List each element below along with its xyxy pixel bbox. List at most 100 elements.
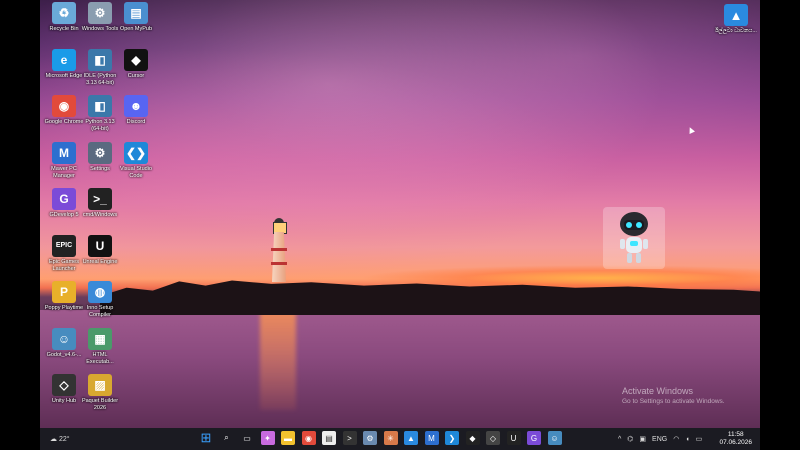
file-explorer-icon[interactable]: ▬ [281, 431, 295, 445]
weather-widget[interactable]: ☁ 22° [50, 428, 70, 450]
desktop-icon[interactable]: ◆ Cursor [116, 48, 156, 80]
wallpaper-water [40, 310, 760, 428]
task-view-icon[interactable]: ▭ [240, 431, 254, 445]
desktop-icon[interactable]: EPIC Epic Games Launcher [44, 234, 84, 273]
unreal-icon[interactable]: U [506, 431, 521, 445]
desktop-icon[interactable]: ◧ IDLE (Python 3.13 64-bit) [80, 48, 120, 87]
desktop-icon-label: Settings [90, 165, 110, 172]
system-tray: ^ ⌬ ▣ ENG ◠ ◖ ▭ [618, 428, 702, 450]
desktop-icon-label: ඊල්ලටා ධාවනය... [715, 28, 757, 34]
settings-icon[interactable]: ⚙ [363, 431, 377, 445]
claude-icon[interactable]: ✳ [383, 431, 398, 445]
tray-app-icon[interactable]: ⌬ [627, 435, 633, 443]
python-icon: ◧ [88, 95, 112, 117]
gdevelop-icon: G [52, 188, 76, 210]
desktop-icon[interactable]: G GDevelop 5 [44, 188, 84, 219]
discord-icon: ☻ [124, 95, 148, 117]
desktop-icon[interactable]: ♻ Recycle Bin [44, 2, 84, 33]
godot-icon[interactable]: ☺ [547, 431, 562, 445]
vscode-icon[interactable]: ❯ [445, 431, 459, 445]
desktop-icon-label: Google Chrome [44, 119, 84, 125]
clock[interactable]: 11:58 07.06.2026 [719, 431, 752, 447]
html-exe-icon: ▦ [88, 327, 112, 350]
activation-watermark: Activate Windows Go to Settings to activ… [622, 386, 725, 405]
desktop-icon-label: Visual Studio Code [119, 165, 152, 179]
weather-temp: 22° [59, 435, 70, 443]
desktop-icon[interactable]: ☻ Discord [116, 95, 156, 126]
gear-icon: ⚙ [88, 141, 112, 164]
desktop-icon[interactable]: e Microsoft Edge [44, 48, 84, 80]
tray-app-icon[interactable]: ▣ [639, 435, 646, 443]
python-icon: ◧ [88, 48, 112, 71]
desktop-icon-label: Poppy Playtime [44, 305, 84, 311]
desktop-icon-label: Inno Setup Compiler [86, 305, 114, 318]
pc-manager-icon[interactable]: M [424, 431, 439, 445]
desktop-icon[interactable]: ▤ Open MyPub [116, 2, 156, 33]
vscode-icon: ❮❯ [124, 141, 148, 164]
letterbox-left [0, 0, 40, 450]
search-icon[interactable]: ⌕ [220, 431, 234, 445]
unity-icon: ◇ [52, 374, 76, 396]
desktop-icon[interactable]: ▨ Paquet Builder 2026 [80, 374, 120, 412]
desktop-icon[interactable]: ☺ Godot_v4.6-... [44, 327, 84, 359]
language-indicator[interactable]: ENG [652, 436, 667, 443]
clock-time: 11:58 [727, 431, 744, 438]
desktop-icon-label: HTML Executab... [86, 351, 114, 365]
desktop-icon[interactable]: U Unreal Engine [80, 234, 120, 266]
cursor-app-icon[interactable]: ◆ [465, 431, 480, 445]
desktop-icon-label: Unreal Engine [82, 258, 118, 265]
paquet-icon: ▨ [88, 374, 112, 396]
photos-icon[interactable]: ▲ [404, 431, 418, 445]
unity-icon[interactable]: ◇ [486, 431, 500, 445]
desktop-icon[interactable]: M Mawer PC Manager [44, 141, 84, 180]
chrome-icon[interactable]: ◉ [301, 431, 316, 445]
desktop: ♻ Recycle Bin ⚙ Windows Tools ▤ Open MyPub e Mi… [40, 0, 760, 450]
volume-icon[interactable]: ◖ [685, 436, 689, 443]
wifi-icon[interactable]: ◠ [673, 435, 679, 443]
desktop-icon-label: Windows Tools [81, 26, 119, 32]
desktop-icon-label: Microsoft Edge [45, 72, 83, 79]
desktop-icon-label: Mawer PC Manager [51, 165, 77, 179]
desktop-icon-label: GDevelop 5 [49, 212, 79, 218]
tools-icon: ⚙ [88, 2, 112, 24]
desktop-icon-label: Unity Hub [51, 398, 77, 404]
desktop-icon-label: Paquet Builder 2026 [81, 398, 119, 411]
desktop-icon-label: Discord [126, 119, 146, 125]
notepad-icon[interactable]: ▤ [322, 431, 336, 445]
desktop-icon[interactable]: P Poppy Playtime [44, 281, 84, 312]
chrome-icon: ◉ [52, 95, 76, 117]
desktop-icon-label: Epic Games Launcher [49, 258, 79, 272]
chevron-up-icon[interactable]: ^ [618, 436, 621, 443]
desktop-icon[interactable]: >_ cmd/Windows [80, 188, 120, 219]
desktop-icon-label: Godot_v4.6-... [46, 351, 82, 358]
robot-widget[interactable] [603, 207, 665, 269]
terminal-icon[interactable]: > [342, 431, 357, 445]
desktop-icon-label: IDLE (Python 3.13 64-bit) [83, 72, 117, 86]
desktop-icon-label: Python 3.13 (64-bit) [85, 119, 115, 132]
desktop-icon[interactable]: ◇ Unity Hub [44, 374, 84, 405]
desktop-icon[interactable]: ◉ Google Chrome [44, 95, 84, 126]
godot-icon: ☺ [52, 327, 76, 350]
battery-icon[interactable]: ▭ [696, 435, 703, 443]
desktop-icon[interactable]: ⚙ Settings [80, 141, 120, 173]
terminal-icon: >_ [88, 188, 112, 210]
windows-start-icon[interactable]: ⊞ [199, 430, 213, 445]
gdevelop-icon[interactable]: G [527, 431, 541, 445]
desktop-icon[interactable]: ◧ Python 3.13 (64-bit) [80, 95, 120, 133]
desktop-icon[interactable]: ▦ HTML Executab... [80, 327, 120, 366]
desktop-icon-label: Cursor [127, 72, 145, 79]
desktop-icon[interactable]: ❮❯ Visual Studio Code [116, 141, 156, 180]
copilot-icon[interactable]: ✦ [260, 431, 275, 445]
pc-manager-icon: M [52, 141, 76, 164]
inno-icon: ◍ [88, 281, 112, 303]
desktop-icon[interactable]: ⚙ Windows Tools [80, 2, 120, 33]
watermark-subtitle: Go to Settings to activate Windows. [622, 398, 725, 405]
watermark-title: Activate Windows [622, 386, 694, 396]
desktop-icon-photos[interactable]: ▲ ඊල්ලටා ධාවනය... [714, 4, 758, 35]
weather-icon: ☁ [50, 436, 57, 443]
mypub-icon: ▤ [124, 2, 148, 24]
edge-icon: e [52, 48, 76, 71]
desktop-icon[interactable]: ◍ Inno Setup Compiler [80, 281, 120, 319]
poppy-icon: P [52, 281, 76, 303]
desktop-icon-label: Open MyPub [119, 26, 153, 32]
